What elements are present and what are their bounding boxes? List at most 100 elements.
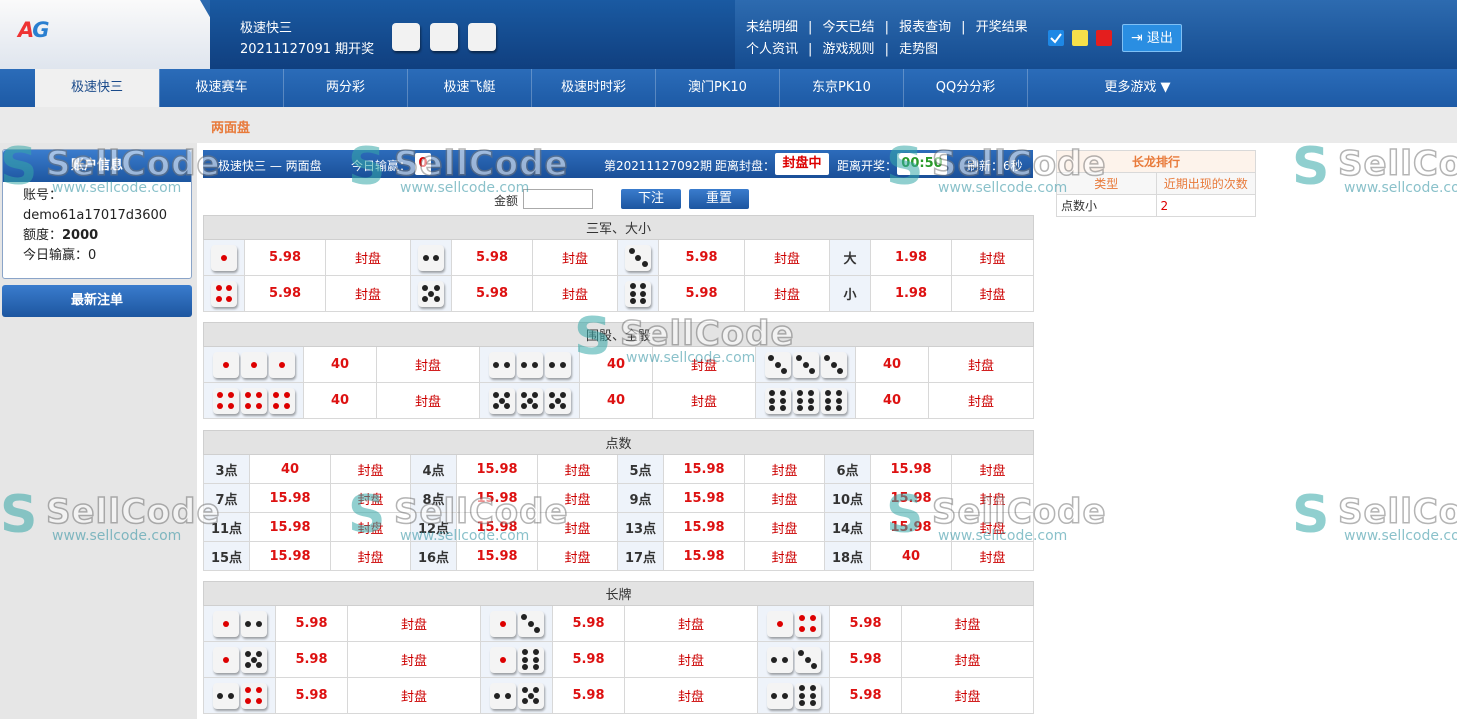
- bet-status[interactable]: 封盘: [325, 275, 411, 312]
- bet-status[interactable]: 封盘: [537, 541, 618, 571]
- bet-item-label[interactable]: 7点: [203, 483, 250, 513]
- tab-js-boat[interactable]: 极速飞艇: [407, 69, 531, 107]
- bet-status[interactable]: 封盘: [744, 275, 830, 312]
- link-profile[interactable]: 个人资讯: [746, 42, 798, 57]
- theme-red-icon[interactable]: [1096, 30, 1112, 46]
- bet-item-label[interactable]: 10点: [824, 483, 871, 513]
- bet-status[interactable]: 封盘: [330, 454, 411, 484]
- bet-item-dice[interactable]: [757, 605, 830, 642]
- bet-status[interactable]: 封盘: [325, 239, 411, 276]
- bet-status[interactable]: 封盘: [532, 239, 618, 276]
- bet-status[interactable]: 封盘: [376, 346, 480, 383]
- bet-item-dice[interactable]: [410, 239, 452, 276]
- bet-item-dice[interactable]: [479, 382, 580, 419]
- tab-js-k3[interactable]: 极速快三: [35, 69, 159, 107]
- bet-status[interactable]: 封盘: [347, 605, 481, 642]
- bet-item-label[interactable]: 11点: [203, 512, 250, 542]
- bet-item-dice[interactable]: [479, 346, 580, 383]
- tab-js-ssc[interactable]: 极速时时彩: [531, 69, 655, 107]
- bet-item-label[interactable]: 9点: [617, 483, 664, 513]
- tab-two-minute[interactable]: 两分彩: [283, 69, 407, 107]
- link-unsettled[interactable]: 未结明细: [746, 20, 798, 35]
- bet-status[interactable]: 封盘: [652, 382, 756, 419]
- bet-status[interactable]: 封盘: [927, 382, 1035, 419]
- link-trend[interactable]: 走势图: [899, 42, 938, 57]
- bet-status[interactable]: 封盘: [330, 541, 411, 571]
- bet-status[interactable]: 封盘: [950, 454, 1035, 484]
- logout-button[interactable]: ⇥ 退出: [1122, 24, 1182, 52]
- reset-button[interactable]: 重置: [689, 189, 749, 209]
- bet-item-label[interactable]: 14点: [824, 512, 871, 542]
- bet-status[interactable]: 封盘: [927, 346, 1035, 383]
- bet-item-label[interactable]: 5点: [617, 454, 664, 484]
- bet-status[interactable]: 封盘: [537, 454, 618, 484]
- bet-item-dice[interactable]: [203, 239, 245, 276]
- bet-status[interactable]: 封盘: [950, 541, 1035, 571]
- bet-status[interactable]: 封盘: [744, 454, 825, 484]
- link-results[interactable]: 开奖结果: [976, 20, 1028, 35]
- bet-item-dice[interactable]: [203, 677, 276, 714]
- bet-item-dice[interactable]: [203, 382, 304, 419]
- bet-status[interactable]: 封盘: [624, 641, 758, 678]
- tab-more-games[interactable]: 更多游戏 ▼: [1027, 69, 1247, 107]
- bet-item-dice[interactable]: [480, 605, 553, 642]
- bet-status[interactable]: 封盘: [347, 677, 481, 714]
- bet-status[interactable]: 封盘: [347, 641, 481, 678]
- bet-status[interactable]: 封盘: [900, 641, 1035, 678]
- bet-item-label[interactable]: 16点: [410, 541, 457, 571]
- theme-blue-checkbox-icon[interactable]: [1048, 30, 1064, 46]
- bet-status[interactable]: 封盘: [900, 605, 1035, 642]
- bet-item-label[interactable]: 13点: [617, 512, 664, 542]
- bet-status[interactable]: 封盘: [744, 483, 825, 513]
- tab-js-racing[interactable]: 极速赛车: [159, 69, 283, 107]
- bet-item-dice[interactable]: [757, 677, 830, 714]
- bet-item-dice[interactable]: [480, 641, 553, 678]
- bet-item-label[interactable]: 3点: [203, 454, 250, 484]
- bet-item-label[interactable]: 15点: [203, 541, 250, 571]
- bet-item-dice[interactable]: [203, 275, 245, 312]
- bet-item-dice[interactable]: [617, 275, 659, 312]
- bet-item-dice[interactable]: [755, 382, 856, 419]
- tab-tokyo-pk10[interactable]: 东京PK10: [779, 69, 903, 107]
- bet-item-dice[interactable]: [480, 677, 553, 714]
- theme-yellow-icon[interactable]: [1072, 30, 1088, 46]
- bet-status[interactable]: 封盘: [537, 483, 618, 513]
- tab-qq-ffc[interactable]: QQ分分彩: [903, 69, 1027, 107]
- bet-item-dice[interactable]: [203, 346, 304, 383]
- bet-status[interactable]: 封盘: [950, 483, 1035, 513]
- bet-status[interactable]: 封盘: [950, 239, 1035, 276]
- bet-item-label[interactable]: 18点: [824, 541, 871, 571]
- bet-status[interactable]: 封盘: [744, 541, 825, 571]
- bet-item-label[interactable]: 6点: [824, 454, 871, 484]
- subnav-both-sides[interactable]: 两面盘: [211, 117, 250, 136]
- bet-status[interactable]: 封盘: [624, 677, 758, 714]
- bet-status[interactable]: 封盘: [330, 483, 411, 513]
- tab-macau-pk10[interactable]: 澳门PK10: [655, 69, 779, 107]
- bet-item-label[interactable]: 大: [829, 239, 871, 276]
- bet-item-label[interactable]: 4点: [410, 454, 457, 484]
- bet-status[interactable]: 封盘: [744, 512, 825, 542]
- bet-status[interactable]: 封盘: [330, 512, 411, 542]
- bet-status[interactable]: 封盘: [900, 677, 1035, 714]
- bet-item-dice[interactable]: [203, 605, 276, 642]
- submit-bet-button[interactable]: 下注: [621, 189, 681, 209]
- bet-item-dice[interactable]: [203, 641, 276, 678]
- refresh-timer[interactable]: 刷新：6秒: [967, 157, 1023, 174]
- bet-status[interactable]: 封盘: [950, 275, 1035, 312]
- latest-bets-button[interactable]: 最新注单: [2, 285, 192, 317]
- bet-status[interactable]: 封盘: [376, 382, 480, 419]
- bet-item-dice[interactable]: [617, 239, 659, 276]
- bet-status[interactable]: 封盘: [532, 275, 618, 312]
- link-settled-today[interactable]: 今天已结: [823, 20, 875, 35]
- bet-item-label[interactable]: 8点: [410, 483, 457, 513]
- link-rules[interactable]: 游戏规则: [823, 42, 875, 57]
- bet-status[interactable]: 封盘: [652, 346, 756, 383]
- bet-item-dice[interactable]: [755, 346, 856, 383]
- bet-item-label[interactable]: 小: [829, 275, 871, 312]
- bet-item-label[interactable]: 12点: [410, 512, 457, 542]
- link-report[interactable]: 报表查询: [899, 20, 951, 35]
- bet-status[interactable]: 封盘: [744, 239, 830, 276]
- bet-item-label[interactable]: 17点: [617, 541, 664, 571]
- bet-item-dice[interactable]: [410, 275, 452, 312]
- amount-input[interactable]: [523, 189, 593, 209]
